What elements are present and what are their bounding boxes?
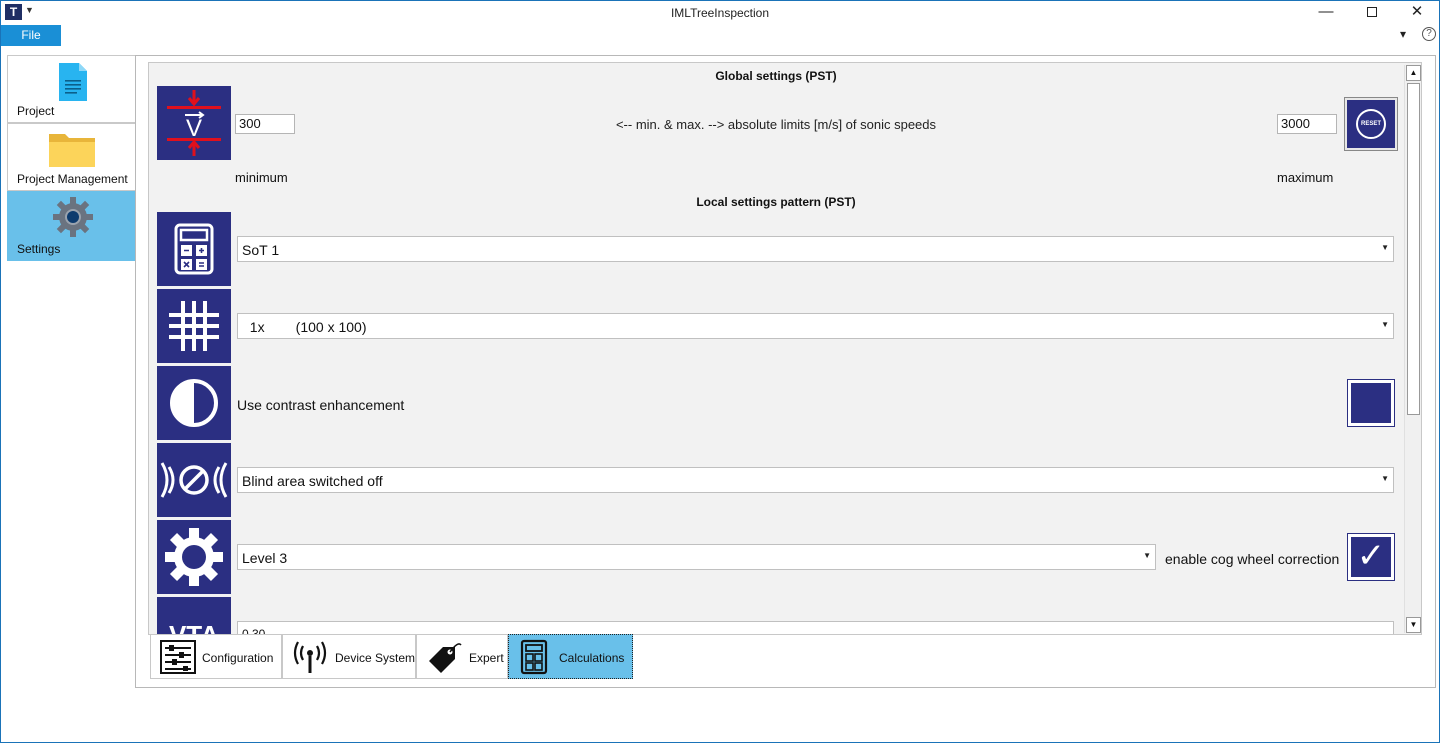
- nav-item-project[interactable]: Project: [7, 55, 136, 123]
- gear-icon: [53, 197, 93, 237]
- contrast-checkbox[interactable]: [1347, 379, 1395, 427]
- maximize-button[interactable]: [1349, 1, 1395, 25]
- reset-button[interactable]: RESET: [1344, 97, 1398, 151]
- vta-icon: VTA: [169, 620, 219, 635]
- tag-icon: [429, 643, 462, 673]
- document-icon: [59, 63, 87, 101]
- sonic-speed-tile: V: [157, 86, 231, 160]
- tab-device-system[interactable]: Device System: [282, 634, 416, 679]
- blind-area-tile: [157, 443, 231, 517]
- calculator-icon: [174, 223, 214, 275]
- main-panel: Global settings (PST) V 300 <-- min. & m…: [135, 55, 1436, 688]
- sot-tile: [157, 212, 231, 286]
- minimum-label: minimum: [235, 170, 288, 185]
- settings-content: Global settings (PST) V 300 <-- min. & m…: [148, 62, 1422, 635]
- nav-item-settings[interactable]: Settings: [7, 191, 136, 261]
- tab-calculations[interactable]: Calculations: [508, 634, 633, 679]
- reset-label: RESET: [1356, 109, 1386, 139]
- cog-tile: [157, 520, 231, 594]
- tab-label: Configuration: [202, 651, 274, 665]
- close-button[interactable]: ✕: [1394, 1, 1440, 25]
- chevron-down-icon: ▼: [1381, 243, 1389, 252]
- contrast-icon: [170, 379, 218, 427]
- chevron-down-icon: ▼: [1143, 551, 1151, 560]
- nav-item-label: Settings: [17, 242, 61, 256]
- scroll-down-icon[interactable]: ▼: [1406, 617, 1421, 633]
- app-window: T ▼ IMLTreeInspection — ✕ File ▾ ? Proje…: [0, 0, 1440, 743]
- cog-correction-checkbox[interactable]: ✓: [1347, 533, 1395, 581]
- help-icon[interactable]: ?: [1422, 27, 1436, 41]
- cog-level-select[interactable]: Level 3 ▼: [237, 544, 1156, 570]
- blind-area-select[interactable]: Blind area switched off ▼: [237, 467, 1394, 493]
- tab-label: Device System: [335, 651, 416, 665]
- contrast-tile: [157, 366, 231, 440]
- cog-wheel-icon: [165, 528, 223, 586]
- nav-item-project-management[interactable]: Project Management: [7, 123, 136, 191]
- min-speed-input[interactable]: 300: [235, 114, 295, 134]
- velocity-limits-icon: V: [167, 90, 221, 156]
- side-navigation: Project Project Management Settings: [7, 55, 136, 263]
- vta-tile: VTA: [157, 597, 231, 635]
- sliders-icon: [160, 640, 196, 674]
- nav-item-label: Project Management: [17, 172, 128, 186]
- tab-configuration[interactable]: Configuration: [150, 634, 282, 679]
- nav-item-label: Project: [17, 104, 55, 118]
- vta-input[interactable]: 0.30: [237, 621, 1394, 634]
- folder-icon: [49, 134, 95, 167]
- sot-select-value: SoT 1: [242, 242, 280, 258]
- max-speed-input[interactable]: 3000: [1277, 114, 1337, 134]
- chevron-down-icon: ▼: [1381, 474, 1389, 483]
- grid-select-value: 1x (100 x 100): [242, 319, 367, 335]
- calculator-icon: [520, 639, 548, 675]
- scroll-up-icon[interactable]: ▲: [1406, 65, 1421, 81]
- grid-tile: [157, 289, 231, 363]
- grid-icon: [169, 301, 219, 351]
- speed-limits-label: <-- min. & max. --> absolute limits [m/s…: [615, 117, 937, 132]
- blind-area-select-value: Blind area switched off: [242, 473, 383, 489]
- antenna-icon: [293, 641, 327, 673]
- grid-select[interactable]: 1x (100 x 100) ▼: [237, 313, 1394, 339]
- tab-expert[interactable]: Expert: [416, 634, 508, 679]
- contrast-label: Use contrast enhancement: [237, 397, 405, 413]
- minimize-button[interactable]: —: [1303, 1, 1349, 25]
- window-title: IMLTreeInspection: [670, 6, 770, 20]
- title-bar: T ▼ IMLTreeInspection — ✕: [1, 1, 1439, 25]
- maximize-icon: [1367, 7, 1377, 17]
- cog-level-value: Level 3: [242, 550, 288, 566]
- file-menu-tab[interactable]: File: [1, 25, 61, 46]
- maximum-label: maximum: [1277, 170, 1334, 185]
- vta-tile-text: VTA: [169, 620, 219, 635]
- vertical-scrollbar[interactable]: ▲ ▼: [1404, 65, 1421, 633]
- ribbon-collapse-icon[interactable]: ▾: [1400, 27, 1406, 41]
- cog-correction-label: enable cog wheel correction: [1165, 551, 1340, 567]
- scroll-thumb[interactable]: [1407, 83, 1420, 415]
- tab-label: Calculations: [559, 651, 625, 665]
- tab-label: Expert: [469, 651, 504, 665]
- local-settings-title: Local settings pattern (PST): [696, 195, 856, 209]
- sot-select[interactable]: SoT 1 ▼: [237, 236, 1394, 262]
- blind-area-icon: [160, 462, 228, 498]
- svg-text:V: V: [186, 115, 202, 142]
- chevron-down-icon: ▼: [1381, 320, 1389, 329]
- global-settings-title: Global settings (PST): [715, 69, 837, 83]
